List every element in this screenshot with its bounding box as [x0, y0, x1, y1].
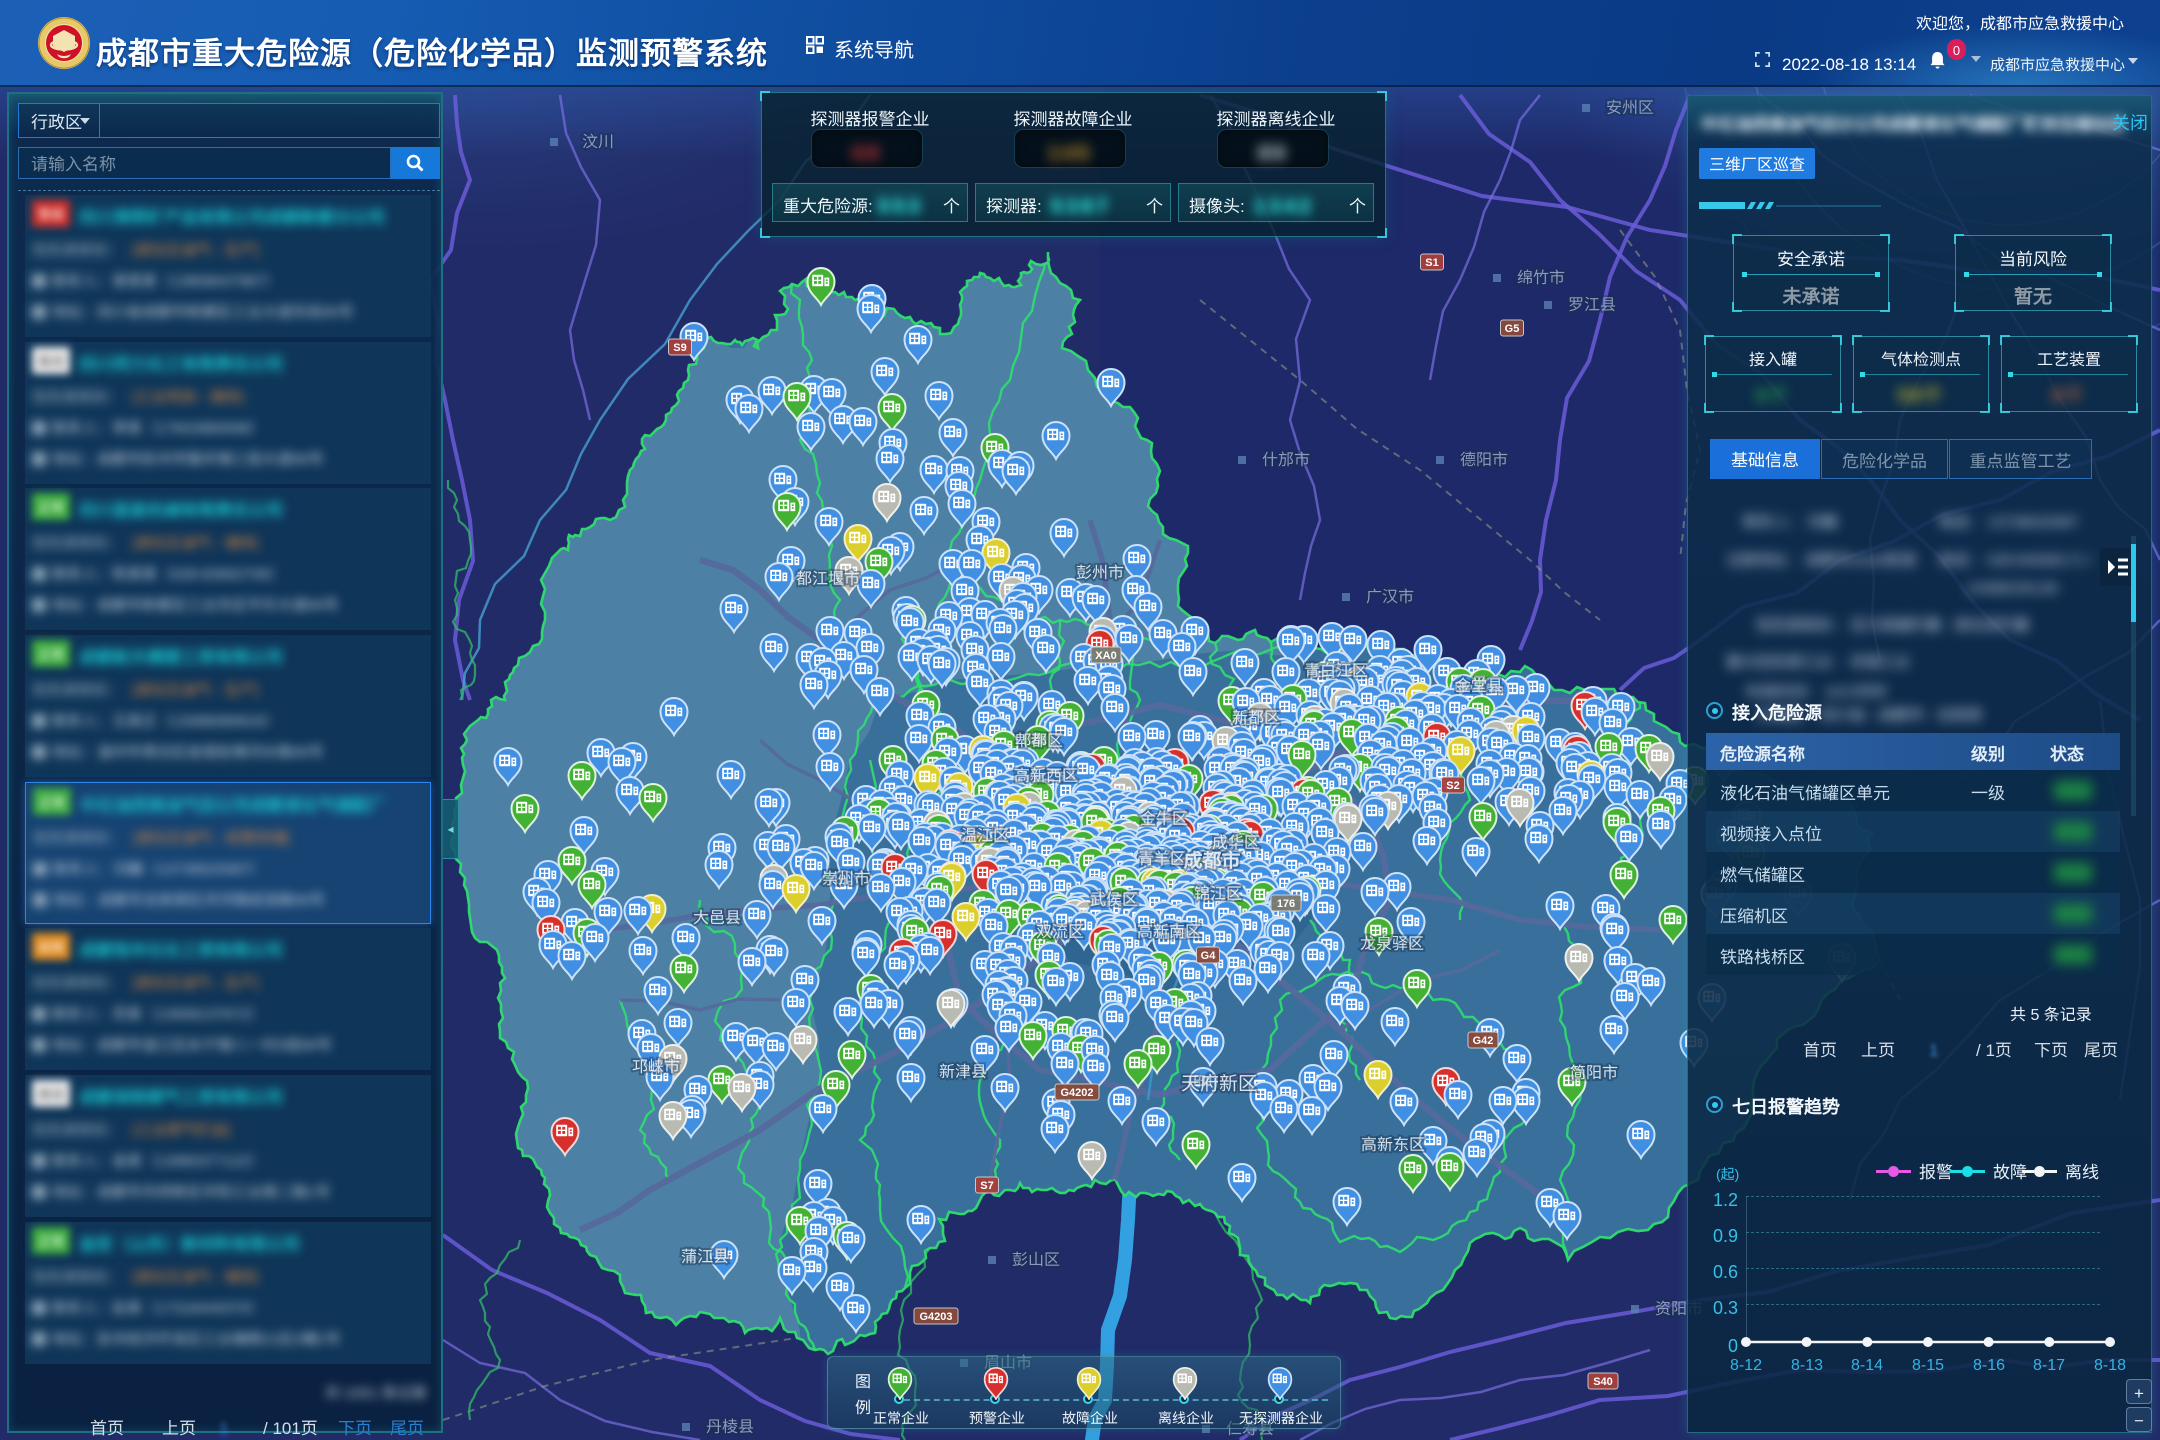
svg-text:高新南区: 高新南区 — [1137, 918, 1201, 942]
svg-text:S2: S2 — [1446, 777, 1459, 793]
svg-text:安州区: 安州区 — [1606, 94, 1654, 118]
svg-text:罗江县: 罗江县 — [1568, 291, 1616, 315]
svg-text:金牛区: 金牛区 — [1140, 805, 1188, 829]
svg-text:青白江区: 青白江区 — [1304, 657, 1368, 681]
svg-text:大邑县: 大邑县 — [693, 904, 741, 928]
svg-text:彭州市: 彭州市 — [1076, 559, 1124, 583]
svg-text:成都市: 成都市 — [1183, 846, 1240, 873]
svg-text:都江堰市: 都江堰市 — [796, 565, 860, 589]
svg-text:S7: S7 — [980, 1177, 993, 1193]
svg-text:S9: S9 — [673, 339, 686, 355]
svg-text:广汉市: 广汉市 — [1366, 583, 1414, 607]
svg-text:高新东区: 高新东区 — [1361, 1131, 1425, 1155]
svg-text:蒲江县: 蒲江县 — [681, 1243, 729, 1267]
svg-text:G4202: G4202 — [1060, 1084, 1093, 1100]
svg-text:龙泉驿区: 龙泉驿区 — [1360, 930, 1424, 954]
svg-text:新津县: 新津县 — [939, 1058, 987, 1082]
svg-text:高新西区: 高新西区 — [1014, 762, 1078, 786]
svg-text:天府新区: 天府新区 — [1181, 1069, 1257, 1096]
svg-text:G4: G4 — [1201, 947, 1217, 963]
svg-text:青羊区: 青羊区 — [1138, 845, 1186, 869]
svg-text:德阳市: 德阳市 — [1460, 446, 1508, 470]
svg-text:什邡市: 什邡市 — [1262, 446, 1310, 470]
svg-text:邛崃市: 邛崃市 — [632, 1053, 680, 1077]
svg-text:绵竹市: 绵竹市 — [1517, 264, 1565, 288]
svg-text:G42: G42 — [1473, 1032, 1494, 1048]
svg-text:双流区: 双流区 — [1036, 918, 1084, 942]
svg-text:S40: S40 — [1593, 1373, 1613, 1389]
svg-text:温江区: 温江区 — [961, 822, 1009, 846]
svg-text:176: 176 — [1277, 895, 1295, 911]
svg-text:G5: G5 — [1505, 320, 1520, 336]
svg-text:新都区: 新都区 — [1232, 704, 1280, 728]
svg-text:XA0: XA0 — [1095, 647, 1116, 663]
svg-text:锦江区: 锦江区 — [1194, 880, 1242, 904]
svg-text:金堂县: 金堂县 — [1455, 672, 1503, 696]
svg-text:武侯区: 武侯区 — [1090, 886, 1138, 910]
svg-text:G4203: G4203 — [919, 1308, 952, 1324]
svg-text:郫都区: 郫都区 — [1015, 727, 1063, 751]
svg-text:S1: S1 — [1425, 254, 1438, 270]
svg-text:彭山区: 彭山区 — [1012, 1246, 1060, 1270]
svg-text:简阳市: 简阳市 — [1570, 1059, 1618, 1083]
svg-text:丹棱县: 丹棱县 — [706, 1413, 754, 1437]
svg-text:崇州市: 崇州市 — [822, 865, 870, 889]
svg-text:汶川: 汶川 — [582, 128, 614, 152]
